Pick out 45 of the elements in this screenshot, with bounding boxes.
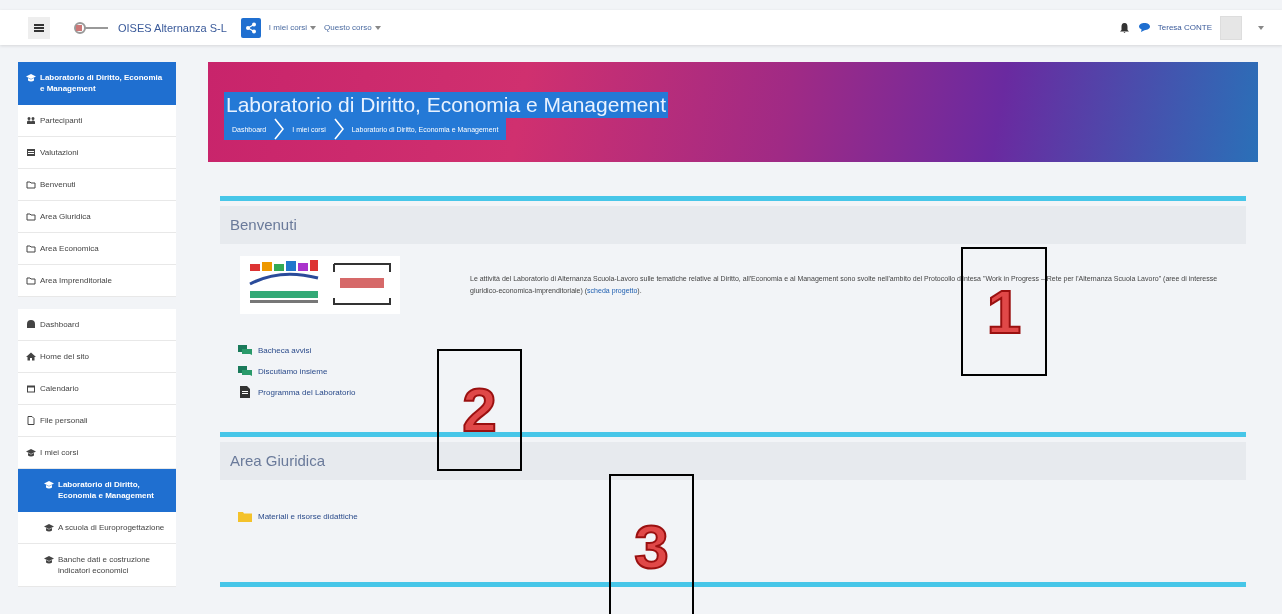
caret-icon[interactable] <box>1258 25 1264 30</box>
sidebar-item[interactable]: Laboratorio di Diritto, Economia e Management <box>18 469 176 512</box>
document-icon <box>238 386 252 398</box>
folder-icon <box>238 510 252 522</box>
forum-icon <box>238 365 252 377</box>
chevron-icon <box>274 118 285 140</box>
site-name[interactable]: OISES Alternanza S-L <box>118 21 227 34</box>
activity-link[interactable]: Discutiamo insieme <box>258 366 328 376</box>
activity-link[interactable]: Bacheca avvisi <box>258 345 312 355</box>
logo-icon <box>74 20 110 35</box>
section-title: Benvenuti <box>220 206 1246 244</box>
callout-number: 3 <box>634 516 669 578</box>
bell-icon[interactable] <box>1119 22 1129 33</box>
course-icon <box>44 555 54 564</box>
nav-menu[interactable]: Questo corso <box>324 23 381 32</box>
callout-number: 2 <box>462 379 497 441</box>
menu-icon <box>34 23 44 32</box>
caret-icon <box>310 25 317 30</box>
share-icon <box>244 21 257 34</box>
section-icon <box>26 212 36 221</box>
file-icon <box>26 416 36 425</box>
caret-icon <box>374 25 381 30</box>
chat-icon[interactable] <box>1138 23 1150 32</box>
chevron-icon <box>333 118 344 140</box>
calendar-icon <box>26 384 36 393</box>
course-icon <box>26 448 36 457</box>
nav-menu[interactable]: I miei corsi <box>268 23 317 32</box>
course-icon <box>44 480 54 489</box>
menu-button[interactable] <box>28 16 50 39</box>
section-icon <box>26 276 36 285</box>
course-icon <box>44 523 54 532</box>
sidebar-item[interactable]: Laboratorio di Diritto, Economia e Management <box>18 62 176 105</box>
section-icon <box>26 244 36 253</box>
activity-link[interactable]: Materiali e risorse didattiche <box>258 511 358 521</box>
course-title: Laboratorio di Diritto, Economia e Management <box>224 92 669 118</box>
section-icon <box>26 180 36 189</box>
forum-icon <box>238 344 252 356</box>
grades-icon <box>26 148 36 157</box>
user-name[interactable]: Teresa CONTE <box>1157 23 1212 32</box>
section-title: Area Giuridica <box>220 442 1246 480</box>
course-icon <box>26 73 36 82</box>
users-icon <box>26 116 36 125</box>
home-icon <box>26 352 36 361</box>
activity-link[interactable]: Programma del Laboratorio <box>258 387 356 397</box>
toggle-button[interactable] <box>240 17 261 38</box>
